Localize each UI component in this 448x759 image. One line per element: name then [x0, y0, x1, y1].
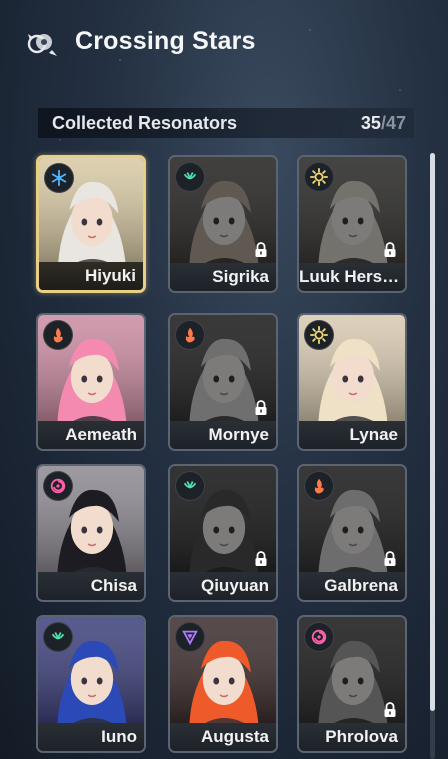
- element-fusion-icon: [175, 320, 205, 350]
- lock-icon: [383, 242, 397, 258]
- name-bar: Chisa: [38, 572, 144, 600]
- name-bar: Luuk Hers…: [299, 263, 405, 291]
- page-header: Crossing Stars: [0, 0, 448, 90]
- resonator-name: Qiuyuan: [200, 576, 269, 595]
- page-title: Crossing Stars: [75, 27, 256, 55]
- resonator-card[interactable]: Mornye: [168, 313, 278, 451]
- resonator-name: Aemeath: [65, 425, 137, 444]
- resonator-name: Iuno: [101, 727, 137, 746]
- resonator-card[interactable]: Phrolova: [297, 615, 407, 753]
- resonator-name: Hiyuki: [84, 266, 136, 285]
- element-havoc-icon: [43, 471, 73, 501]
- resonator-name: Phrolova: [325, 727, 398, 746]
- resonator-card[interactable]: Qiuyuan: [168, 464, 278, 602]
- scrollbar[interactable]: [430, 153, 435, 759]
- name-bar: Mornye: [170, 421, 276, 449]
- resonator-card[interactable]: Sigrika: [168, 155, 278, 293]
- element-electro-icon: [175, 622, 205, 652]
- resonator-card[interactable]: Hiyuki: [36, 155, 146, 293]
- resonator-card[interactable]: Aemeath: [36, 313, 146, 451]
- name-bar: Lynae: [299, 421, 405, 449]
- name-bar: Sigrika: [170, 263, 276, 291]
- element-havoc-icon: [304, 622, 334, 652]
- resonator-name: Sigrika: [212, 267, 269, 286]
- resonator-name: Augusta: [201, 727, 269, 746]
- lock-icon: [254, 242, 268, 258]
- resonator-card[interactable]: Galbrena: [297, 464, 407, 602]
- total-count: 47: [385, 113, 406, 133]
- element-spectro-icon: [304, 162, 334, 192]
- name-bar: Phrolova: [299, 723, 405, 751]
- element-spectro-icon: [304, 320, 334, 350]
- resonator-name: Mornye: [208, 425, 269, 444]
- resonator-card[interactable]: Luuk Hers…: [297, 155, 407, 293]
- name-bar: Galbrena: [299, 572, 405, 600]
- element-aero-icon: [175, 162, 205, 192]
- name-bar: Qiuyuan: [170, 572, 276, 600]
- element-glacio-icon: [44, 163, 74, 193]
- name-bar: Augusta: [170, 723, 276, 751]
- lock-icon: [383, 702, 397, 718]
- resonator-card[interactable]: Augusta: [168, 615, 278, 753]
- lock-icon: [254, 551, 268, 567]
- collection-label: Collected Resonators: [52, 113, 238, 133]
- element-aero-icon: [43, 622, 73, 652]
- element-fusion-icon: [43, 320, 73, 350]
- element-fusion-icon: [304, 471, 334, 501]
- resonator-name: Luuk Hers…: [299, 267, 400, 286]
- resonator-name: Lynae: [349, 425, 398, 444]
- collection-progress-bar: Collected Resonators 35/47: [38, 108, 414, 138]
- resonator-card[interactable]: Lynae: [297, 313, 407, 451]
- resonator-grid: Hiyuki Sigrika Luuk Hers… Aemeath Mornye Lyna…: [36, 155, 411, 759]
- resonator-card[interactable]: Iuno: [36, 615, 146, 753]
- collection-count: 35/47: [361, 113, 406, 134]
- name-bar: Hiyuki: [39, 262, 143, 290]
- scrollbar-thumb[interactable]: [430, 153, 435, 711]
- collected-count: 35: [360, 113, 381, 133]
- name-bar: Iuno: [38, 723, 144, 751]
- resonator-name: Galbrena: [324, 576, 398, 595]
- element-aero-icon: [175, 471, 205, 501]
- resonator-name: Chisa: [90, 576, 137, 595]
- crossing-stars-emblem-icon: [24, 28, 58, 58]
- lock-icon: [383, 551, 397, 567]
- resonator-card[interactable]: Chisa: [36, 464, 146, 602]
- lock-icon: [254, 400, 268, 416]
- name-bar: Aemeath: [38, 421, 144, 449]
